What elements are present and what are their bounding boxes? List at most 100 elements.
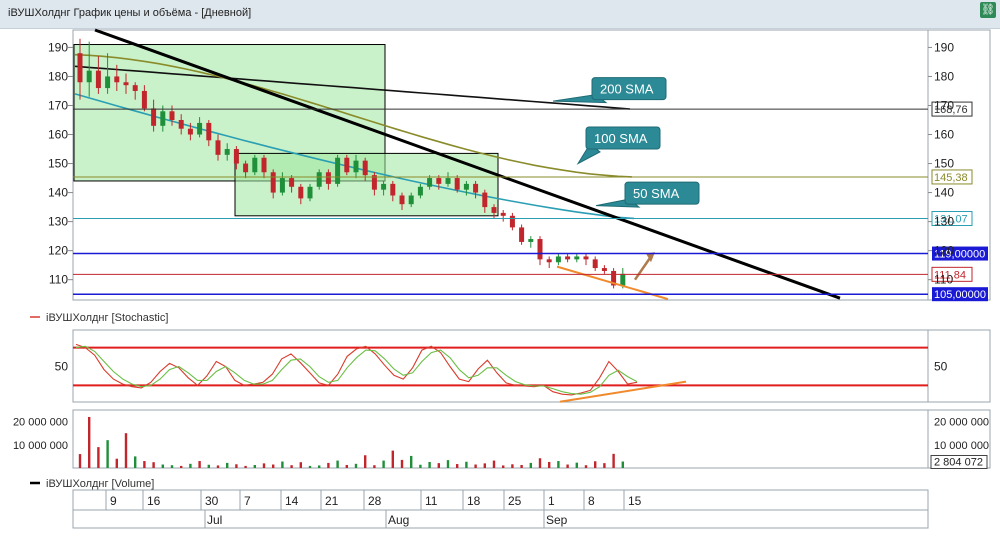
level-label: 105,00000 [934,289,986,301]
candle-body [445,178,451,184]
candle-body [427,178,433,187]
date-tick-label: 30 [205,494,219,508]
volume-bar [364,455,367,468]
candle-body [233,149,239,164]
date-tick-label: 15 [628,494,642,508]
candle-body [583,256,589,260]
volume-bar [410,455,413,468]
candle-body [197,122,203,135]
volume-bar [161,464,164,468]
candle-body [141,90,147,109]
candle-body [528,239,534,242]
price-tick-right: 110 [934,273,953,287]
stochastic-title: iВУШХолднг [Stochastic] [46,312,168,324]
candle-body [86,70,92,83]
volume-bar [281,461,284,468]
candle-body [160,111,166,126]
volume-bar [391,450,394,468]
chart-canvas: iВУШХолднг [Stochastic] iВУШХолднг [Volu… [13,28,991,529]
volume-bar [492,460,496,468]
price-tick-left: 190 [48,40,68,54]
price-tick-left: 180 [48,69,68,83]
candle-body [289,178,295,187]
candle-body [344,157,350,173]
volume-bar [143,461,146,468]
candle-body [279,178,285,193]
volume-bar [124,433,128,468]
candle-body [491,207,497,213]
stochastic-tick-right: 50 [934,360,948,374]
month-label: Sep [546,513,568,527]
callout-100-sma-text: 100 SMA [594,131,648,146]
volume-bar [621,461,624,468]
callout-50-sma-text: 50 SMA [633,186,680,201]
volume-bar [189,463,192,468]
level-label: 145,38 [934,172,968,184]
volume-bar [345,464,348,468]
volume-bar [216,465,220,468]
price-tick-left: 120 [48,244,68,258]
date-tick-label: 11 [425,494,438,508]
volume-bar [336,460,339,468]
candle-body [178,120,184,129]
volume-bar [400,459,404,468]
volume-bar [502,465,505,468]
volume-bar [253,464,256,468]
price-tick-right: 160 [934,128,954,142]
date-tick-label: 18 [467,494,481,508]
volume-panel [72,409,929,469]
volume-bar [373,465,376,468]
candle-body [417,186,423,196]
volume-bar [134,456,137,468]
candle-body [399,195,405,205]
candle-body [132,85,138,91]
candle-body [482,192,488,208]
candle-body [215,140,221,155]
price-tick-right: 190 [934,40,954,54]
volume-tick-left: 10 000 000 [13,440,68,452]
candle-body [151,108,157,126]
chart-window: iВУШХолднг График цены и объёма - [Дневн… [0,0,1000,549]
volume-bar [594,461,597,468]
volume-bar [446,460,450,468]
candle-body [316,172,322,187]
price-tick-left: 130 [48,215,68,229]
date-tick-label: 14 [285,494,299,508]
candle-body [519,227,525,242]
volume-bar [584,465,588,468]
volume-title: iВУШХолднг [Volume] [46,478,154,490]
volume-bar [612,453,615,468]
volume-tick-left: 20 000 000 [13,417,68,429]
candle-body [473,183,479,193]
price-tick-left: 140 [48,186,68,200]
candle-body [509,215,515,228]
volume-bar [474,464,477,468]
volume-bar [465,461,468,468]
date-tick-label: 9 [110,494,117,508]
volume-bar [419,464,422,468]
volume-bar [170,465,174,468]
volume-bar [511,464,514,468]
price-tick-left: 150 [48,157,68,171]
volume-bar [437,463,440,468]
volume-bar [538,458,542,468]
price-tick-right: 180 [934,69,954,83]
candle-body [114,76,120,83]
candle-body [362,160,368,176]
candle-body [335,157,341,184]
candle-body [463,183,469,190]
month-label: Jul [207,513,222,527]
volume-bar [327,462,330,468]
candle-body [261,157,267,173]
candle-body [381,183,387,190]
candle-body [187,128,193,135]
date-tick-label: 25 [508,494,522,508]
volume-bar [428,461,431,468]
candle-body [270,172,276,193]
candle-body [546,259,552,263]
candle-body [105,76,111,89]
price-tick-left: 170 [48,98,68,112]
candle-body [390,183,396,196]
candle-body [601,268,607,271]
candle-body [307,186,313,199]
